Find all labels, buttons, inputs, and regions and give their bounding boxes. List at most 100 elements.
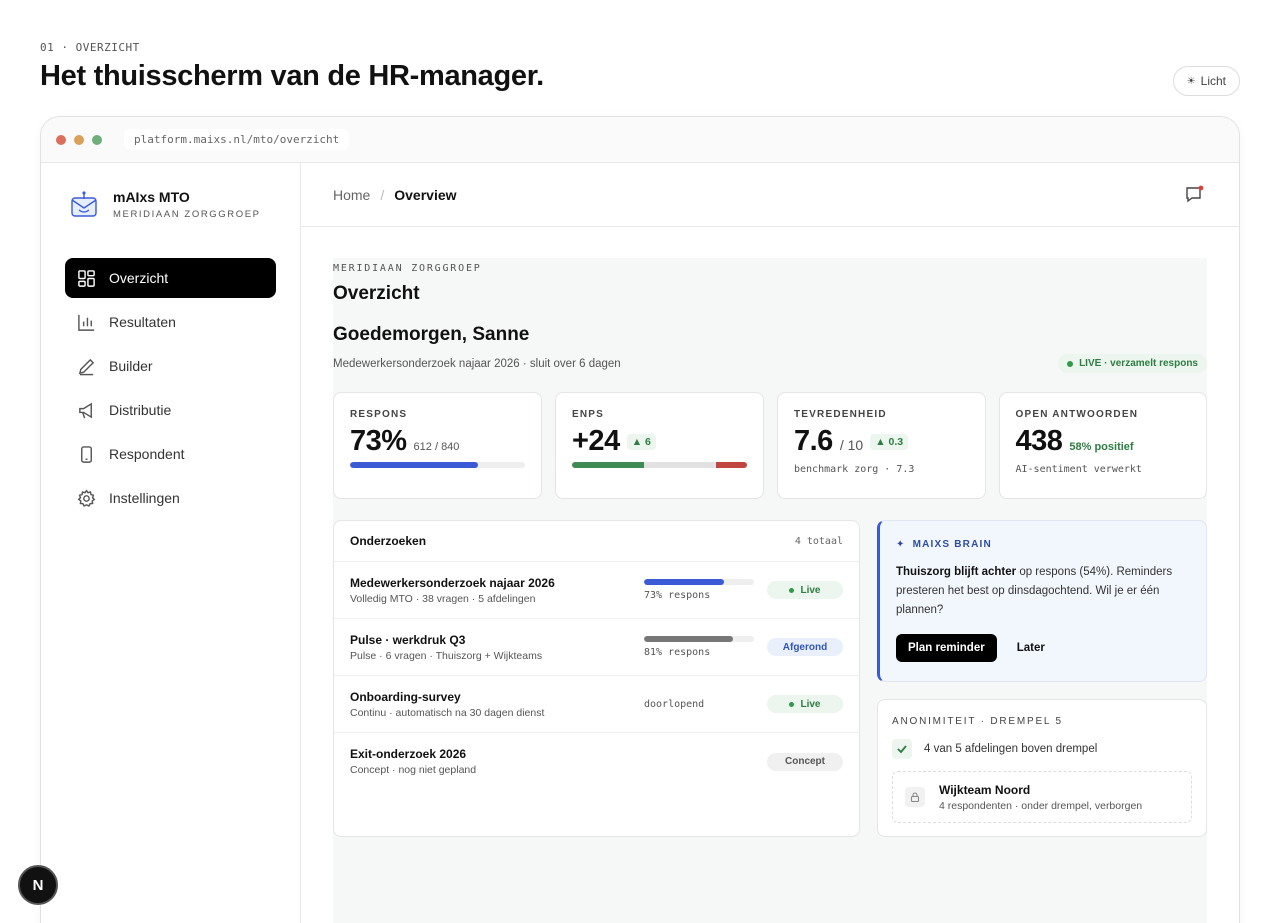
survey-status-label: Afgerond	[782, 641, 828, 653]
brain-message: Thuiszorg blijft achter op respons (54%)…	[896, 563, 1190, 620]
check-icon	[892, 739, 912, 759]
kpi-aux: 612 / 840	[413, 441, 460, 453]
brain-title: MAIXS BRAIN	[912, 539, 992, 550]
overview-title: Overzicht	[333, 283, 420, 304]
survey-info: Pulse · werkdruk Q3 Pulse · 6 vragen · T…	[350, 633, 644, 662]
survey-row[interactable]: Exit-onderzoek 2026 Concept · nog niet g…	[334, 733, 859, 790]
hidden-team-card[interactable]: Wijkteam Noord 4 respondenten · onder dr…	[892, 771, 1192, 823]
brand[interactable]: mAIxs MTO MERIDIAAN ZORGGROEP	[41, 163, 300, 246]
brain-header: ✦ MAIXS BRAIN	[896, 539, 1190, 550]
active-survey-subtitle: Medewerkersonderzoek najaar 2026 · sluit…	[333, 357, 621, 370]
kpi-respons[interactable]: RESPONS 73% 612 / 840	[333, 392, 542, 499]
breadcrumb-home[interactable]: Home	[333, 187, 370, 203]
survey-status-label: Concept	[785, 756, 825, 767]
chat-notification-icon	[1186, 185, 1204, 202]
kpi-enps[interactable]: ENPS +24 ▲ 6	[555, 392, 764, 499]
topbar: Home / Overview	[301, 163, 1239, 227]
address-bar[interactable]: platform.maixs.nl/mto/overzicht	[124, 129, 350, 150]
kpi-label: RESPONS	[350, 409, 408, 420]
survey-status-badge: Afgerond	[767, 638, 843, 656]
brain-highlight: Thuiszorg blijft achter	[896, 566, 1017, 578]
browser-chrome: platform.maixs.nl/mto/overzicht	[41, 117, 1239, 163]
kpi-open-antwoorden[interactable]: OPEN ANTWOORDEN 438 58% positief AI-sent…	[998, 392, 1207, 499]
respons-progress-bar	[350, 462, 525, 468]
live-dot-icon	[1067, 360, 1074, 367]
enps-detractors-segment	[715, 462, 747, 468]
kpi-tevredenheid[interactable]: TEVREDENHEID 7.6 / 10 ▲ 0.3 benchmark zo…	[777, 392, 986, 499]
survey-status-label: Live	[800, 698, 821, 710]
minimize-window-dot[interactable]	[74, 134, 84, 145]
survey-info: Exit-onderzoek 2026 Concept · nog niet g…	[350, 747, 644, 776]
kpi-sentiment-note: AI-sentiment verwerkt	[1015, 464, 1142, 475]
enps-distribution-bar	[572, 462, 747, 468]
survey-subtitle-row: Medewerkersonderzoek najaar 2026 · sluit…	[333, 354, 1207, 373]
bar-chart-icon	[78, 314, 95, 331]
survey-meta: Concept · nog niet gepland	[350, 764, 477, 776]
survey-row[interactable]: Onboarding-survey Continu · automatisch …	[334, 676, 859, 733]
survey-status-badge: Live	[767, 695, 843, 713]
survey-name: Onboarding-survey	[350, 689, 461, 704]
right-column: ✦ MAIXS BRAIN Thuiszorg blijft achter op…	[877, 520, 1207, 837]
kpi-label: TEVREDENHEID	[794, 409, 887, 420]
close-window-dot[interactable]	[56, 134, 66, 145]
lock-icon	[905, 787, 925, 807]
survey-status-badge: Live	[767, 581, 843, 599]
brand-org: MERIDIAAN ZORGGROEP	[113, 209, 261, 220]
sidebar-item-respondent[interactable]: Respondent	[65, 434, 276, 474]
chat-notification-button[interactable]	[1183, 183, 1207, 207]
surveys-count: 4 totaal	[794, 535, 843, 547]
sidebar-item-label: Overzicht	[109, 270, 169, 286]
kpi-row: RESPONS 73% 612 / 840 ENPS +24 ▲ 6 TEVRE…	[333, 392, 1207, 499]
megaphone-icon	[79, 402, 92, 418]
survey-progress-text: 81% respons	[644, 647, 711, 658]
plan-reminder-button[interactable]: Plan reminder	[896, 634, 997, 662]
live-status-pill: LIVE · verzamelt respons	[1058, 354, 1207, 373]
kpi-label: OPEN ANTWOORDEN	[1015, 409, 1139, 420]
survey-status-label: Live	[800, 584, 821, 596]
sidebar-item-builder[interactable]: Builder	[65, 346, 276, 386]
sidebar-item-distributie[interactable]: Distributie	[65, 390, 276, 430]
kpi-value: 438	[1015, 425, 1063, 457]
overview-content: MERIDIAAN ZORGGROEP Overzicht Goedemorge…	[333, 258, 1207, 923]
sidebar-item-label: Instellingen	[109, 490, 180, 506]
respons-progress-fill	[350, 462, 478, 468]
kpi-value: +24	[572, 425, 620, 457]
survey-progress-bar	[644, 636, 754, 642]
survey-name: Pulse · werkdruk Q3	[350, 632, 466, 647]
theme-toggle-button[interactable]: ☀ Licht	[1172, 66, 1240, 96]
surveys-panel: Onderzoeken 4 totaal Medewerkersonderzoe…	[333, 520, 860, 837]
survey-progress-fill	[644, 579, 725, 585]
sidebar-item-label: Builder	[109, 358, 153, 374]
survey-row[interactable]: Medewerkersonderzoek najaar 2026 Volledi…	[334, 562, 859, 619]
survey-progress-bar	[644, 579, 754, 585]
sidebar-item-label: Distributie	[109, 402, 172, 418]
theme-toggle-label: Licht	[1200, 74, 1226, 88]
breadcrumb-current: Overview	[394, 186, 457, 203]
kpi-value: 7.6	[794, 425, 833, 457]
kpi-positive-share: 58% positief	[1069, 441, 1134, 453]
anonymity-status-text: 4 van 5 afdelingen boven drempel	[924, 743, 1098, 755]
main-area: Home / Overview MERIDIAAN ZORGGROEP Over…	[301, 163, 1239, 923]
section-eyebrow: 01 · OVERZICHT	[40, 41, 140, 54]
sidebar-item-overzicht[interactable]: Overzicht	[65, 258, 276, 298]
sidebar: mAIxs MTO MERIDIAAN ZORGGROEP Overzicht …	[41, 163, 301, 923]
live-dot-icon	[789, 701, 795, 707]
survey-progress: 73% respons	[644, 579, 764, 601]
survey-progress-text: 73% respons	[644, 590, 711, 601]
sidebar-item-resultaten[interactable]: Resultaten	[65, 302, 276, 342]
sidebar-item-instellingen[interactable]: Instellingen	[65, 478, 276, 518]
brand-name: mAIxs MTO	[113, 189, 190, 205]
maximize-window-dot[interactable]	[92, 134, 102, 145]
survey-row[interactable]: Pulse · werkdruk Q3 Pulse · 6 vragen · T…	[334, 619, 859, 676]
next-devtools-badge[interactable]: N	[18, 865, 58, 905]
live-dot-icon	[789, 587, 795, 593]
survey-meta: Continu · automatisch na 30 dagen dienst	[350, 706, 545, 719]
anonymity-status: 4 van 5 afdelingen boven drempel	[892, 739, 1192, 759]
lower-row: Onderzoeken 4 totaal Medewerkersonderzoe…	[333, 520, 1207, 837]
enps-promoters-segment	[572, 462, 644, 468]
maixs-brain-card: ✦ MAIXS BRAIN Thuiszorg blijft achter op…	[877, 520, 1207, 682]
later-button[interactable]: Later	[1017, 642, 1045, 654]
sidebar-item-label: Resultaten	[109, 314, 176, 330]
live-status-label: LIVE · verzamelt respons	[1079, 358, 1198, 369]
hidden-team-name: Wijkteam Noord	[939, 782, 1031, 797]
